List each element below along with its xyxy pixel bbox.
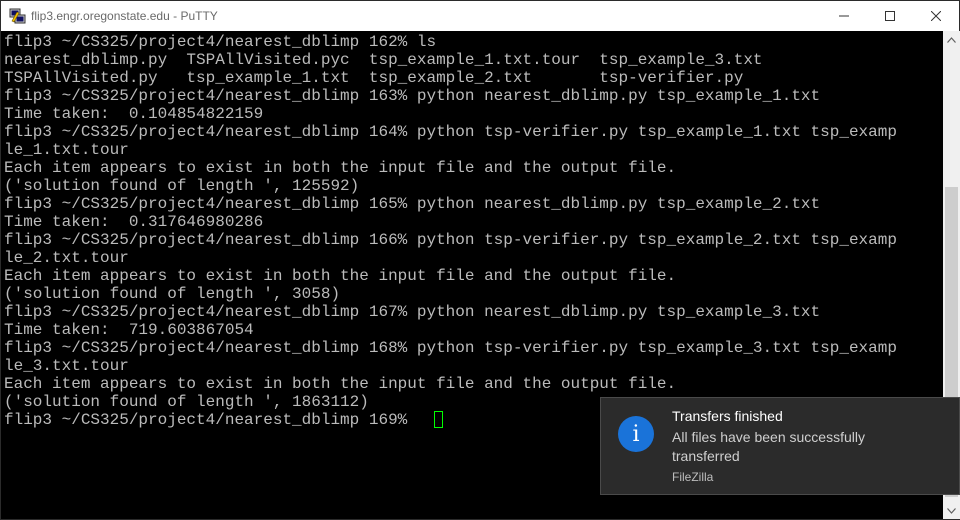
terminal-line: nearest_dblimp.py TSPAllVisited.pyc tsp_…	[4, 51, 763, 69]
terminal-line: le_3.txt.tour	[4, 357, 129, 375]
notification-app-name: FileZilla	[672, 470, 714, 484]
terminal-line: flip3 ~/CS325/project4/nearest_dblimp 16…	[4, 87, 821, 105]
notification-body: All files have been successfully transfe…	[672, 429, 865, 464]
notification-title: Transfers finished	[672, 408, 783, 424]
terminal-line: flip3 ~/CS325/project4/nearest_dblimp 16…	[4, 123, 897, 141]
terminal-line: flip3 ~/CS325/project4/nearest_dblimp 16…	[4, 231, 897, 249]
terminal-line: ('solution found of length ', 1863112)	[4, 393, 369, 411]
minimize-icon	[839, 15, 849, 17]
terminal-line: Each item appears to exist in both the i…	[4, 159, 677, 177]
putty-icon[interactable]	[9, 7, 27, 25]
title-bar[interactable]: flip3.engr.oregonstate.edu - PuTTY	[1, 1, 959, 31]
terminal-line: Each item appears to exist in both the i…	[4, 375, 677, 393]
close-icon	[931, 11, 941, 21]
terminal-cursor	[434, 411, 443, 428]
terminal-line: flip3 ~/CS325/project4/nearest_dblimp 16…	[4, 339, 897, 357]
terminal-line: ('solution found of length ', 125592)	[4, 177, 360, 195]
terminal-line: TSPAllVisited.py tsp_example_1.txt tsp_e…	[4, 69, 744, 87]
maximize-icon	[885, 11, 895, 21]
window-title: flip3.engr.oregonstate.edu - PuTTY	[31, 9, 218, 23]
scroll-up-button[interactable]	[943, 31, 960, 48]
terminal-line: le_2.txt.tour	[4, 249, 129, 267]
maximize-button[interactable]	[867, 1, 913, 31]
terminal-prompt-line: flip3 ~/CS325/project4/nearest_dblimp 16…	[4, 411, 417, 429]
minimize-button[interactable]	[821, 1, 867, 31]
terminal-line: ('solution found of length ', 3058)	[4, 285, 341, 303]
terminal-line: Each item appears to exist in both the i…	[4, 267, 677, 285]
arrow-down-icon	[947, 507, 956, 514]
terminal-line: Time taken: 0.104854822159	[4, 105, 264, 123]
close-button[interactable]	[913, 1, 959, 31]
terminal-line: le_1.txt.tour	[4, 141, 129, 159]
terminal-line: Time taken: 719.603867054	[4, 321, 254, 339]
transfer-notification[interactable]: i Transfers finished All files have been…	[600, 397, 960, 495]
terminal-line: Time taken: 0.317646980286	[4, 213, 264, 231]
info-icon: i	[618, 416, 654, 452]
arrow-up-icon	[947, 36, 956, 43]
terminal-line: flip3 ~/CS325/project4/nearest_dblimp 16…	[4, 195, 821, 213]
terminal-line: flip3 ~/CS325/project4/nearest_dblimp 16…	[4, 303, 821, 321]
scroll-down-button[interactable]	[943, 502, 960, 519]
terminal-line: flip3 ~/CS325/project4/nearest_dblimp 16…	[4, 33, 437, 51]
